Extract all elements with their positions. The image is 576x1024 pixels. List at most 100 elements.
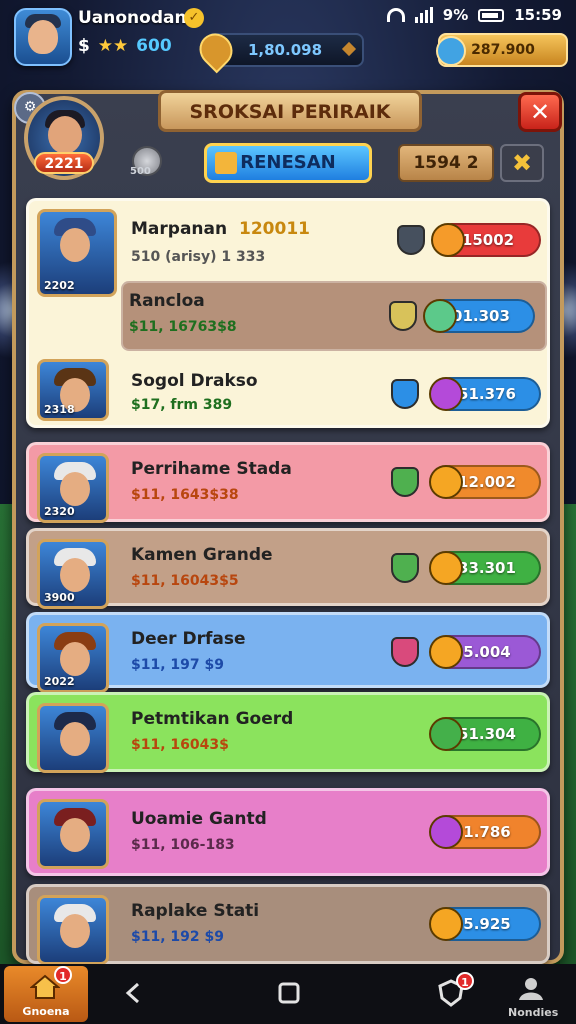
value-pill[interactable]: 51.376 [429, 377, 541, 411]
player-portrait: 2318 [37, 359, 109, 421]
coin-icon [423, 299, 457, 333]
renew-button[interactable]: RENESAN [204, 143, 372, 183]
sub-list-item[interactable]: Rancloa $11, 16763$8 01.303 [121, 281, 547, 351]
list-item[interactable]: 2320 Perrihame Stada $11, 1643$38 12.002 [26, 442, 550, 523]
panel-title: SROKSAI PERIRAIK [158, 90, 422, 132]
home-system-icon[interactable] [276, 980, 302, 1012]
value-pill[interactable]: 12.002 [429, 465, 541, 499]
portrait-face [60, 472, 90, 506]
portrait-face [60, 642, 90, 676]
coin-icon [429, 465, 463, 499]
portrait-level: 2318 [44, 403, 75, 416]
username: Uanonodan [78, 8, 187, 28]
player-name: Rancloa [129, 291, 205, 311]
value-text: 1.786 [463, 823, 511, 841]
player-name-text: Marpanan [131, 219, 228, 239]
list-item[interactable]: 2202 Marpanan 120011 510 (arisy) 1 333 1… [26, 198, 550, 428]
player-stat: $11, 16043$5 [131, 573, 239, 589]
player-name: Sogol Drakso [131, 371, 258, 391]
renew-label: RENESAN [240, 152, 336, 173]
value-text: 12.002 [458, 473, 516, 491]
player-stat: 510 (arisy) 1 333 [131, 249, 266, 265]
player-stat: $17, frm 389 [131, 397, 233, 413]
coin-icon [429, 377, 463, 411]
check-coin-icon [429, 717, 463, 751]
avatar-face [28, 20, 58, 54]
list-item[interactable]: 3900 Kamen Grande $11, 16043$5 33.301 [26, 528, 550, 609]
shield-icon [391, 379, 419, 409]
value-text: 5.004 [463, 643, 511, 661]
player-name: Marpanan 120011 [131, 219, 310, 239]
list-item[interactable]: 2022 Deer Drfase $11, 197 $9 5.004 [26, 612, 550, 693]
home-notification-badge: 1 [54, 966, 72, 984]
gem-icon [192, 26, 240, 74]
portrait-level: 2202 [44, 279, 75, 292]
close-button[interactable]: ✕ [518, 92, 562, 132]
boost-x-icon[interactable]: ✖ [500, 144, 544, 182]
player-avatar[interactable] [14, 8, 72, 66]
portrait-face [60, 722, 90, 756]
value-pill[interactable]: 15002 [431, 223, 541, 257]
battery-icon [478, 8, 505, 22]
value-pill[interactable]: 5.925 [429, 907, 541, 941]
profile-level-badge: 2221 [34, 152, 94, 174]
list-item[interactable]: Petmtikan Goerd $11, 16043$ 51.304 [26, 692, 550, 773]
counter-display: 1594 2 [398, 144, 494, 182]
value-pill[interactable]: 51.304 [429, 717, 541, 751]
player-name: Deer Drfase [131, 629, 246, 649]
shield-notification-badge: 1 [456, 972, 474, 990]
coin-icon [429, 815, 463, 849]
gold-icon [436, 36, 466, 66]
friends-icon[interactable] [516, 976, 546, 1008]
value-pill[interactable]: 1.786 [429, 815, 541, 849]
player-stat: $11, 192 $9 [131, 929, 224, 945]
value-text: 01.303 [452, 307, 510, 325]
nav-home-label: Gnoena [22, 1005, 70, 1018]
silver-coin-value: 500 [130, 166, 151, 177]
list-item[interactable]: Raplake Stati $11, 192 $9 5.925 [26, 884, 550, 965]
shield-icon [391, 467, 419, 497]
portrait-face [60, 228, 90, 262]
dollar-sign: $ [78, 36, 90, 56]
value-pill[interactable]: 01.303 [423, 299, 535, 333]
list-item[interactable]: Uoamie Gantd $11, 106-183 1.786 [26, 788, 550, 876]
player-portrait: 2022 [37, 623, 109, 693]
player-portrait [37, 703, 109, 773]
renew-icon [215, 152, 237, 174]
player-stat: $11, 16043$ [131, 737, 229, 753]
player-portrait: 3900 [37, 539, 109, 609]
player-portrait: 2202 [37, 209, 117, 297]
player-stat: $11, 197 $9 [131, 657, 224, 673]
player-portrait [37, 895, 109, 965]
verified-icon: ✓ [184, 8, 204, 28]
battery-percent: 9% [442, 6, 469, 24]
player-name: Raplake Stati [131, 901, 260, 921]
player-stat: $11, 106-183 [131, 837, 235, 853]
value-text: 15002 [461, 231, 515, 249]
gems-value: 1,80.098 [247, 41, 323, 59]
shield-icon [391, 637, 419, 667]
clock: 15:59 [514, 6, 562, 24]
value-text: 5.925 [463, 915, 511, 933]
player-portrait [37, 799, 109, 869]
player-name: Petmtikan Goerd [131, 709, 294, 729]
add-gems-icon [341, 41, 357, 57]
value-pill[interactable]: 33.301 [429, 551, 541, 585]
user-balance: 600 [136, 36, 172, 56]
back-icon[interactable] [120, 980, 146, 1012]
gems-counter[interactable]: 1,80.098 [192, 26, 364, 74]
profile-face [48, 116, 82, 154]
gold-counter[interactable]: 287.900 [436, 33, 568, 67]
shield-icon [397, 225, 425, 255]
coin-icon [429, 551, 463, 585]
player-portrait: 2320 [37, 453, 109, 523]
player-name: Uoamie Gantd [131, 809, 267, 829]
coin-icon [429, 635, 463, 669]
value-pill[interactable]: 5.004 [429, 635, 541, 669]
portrait-face [60, 558, 90, 592]
signal-icon [414, 7, 433, 23]
value-text: 51.376 [458, 385, 516, 403]
nav-home-button[interactable]: Gnoena [4, 966, 88, 1022]
portrait-level: 2022 [44, 675, 75, 688]
stars-icon: ★★ [97, 36, 129, 56]
